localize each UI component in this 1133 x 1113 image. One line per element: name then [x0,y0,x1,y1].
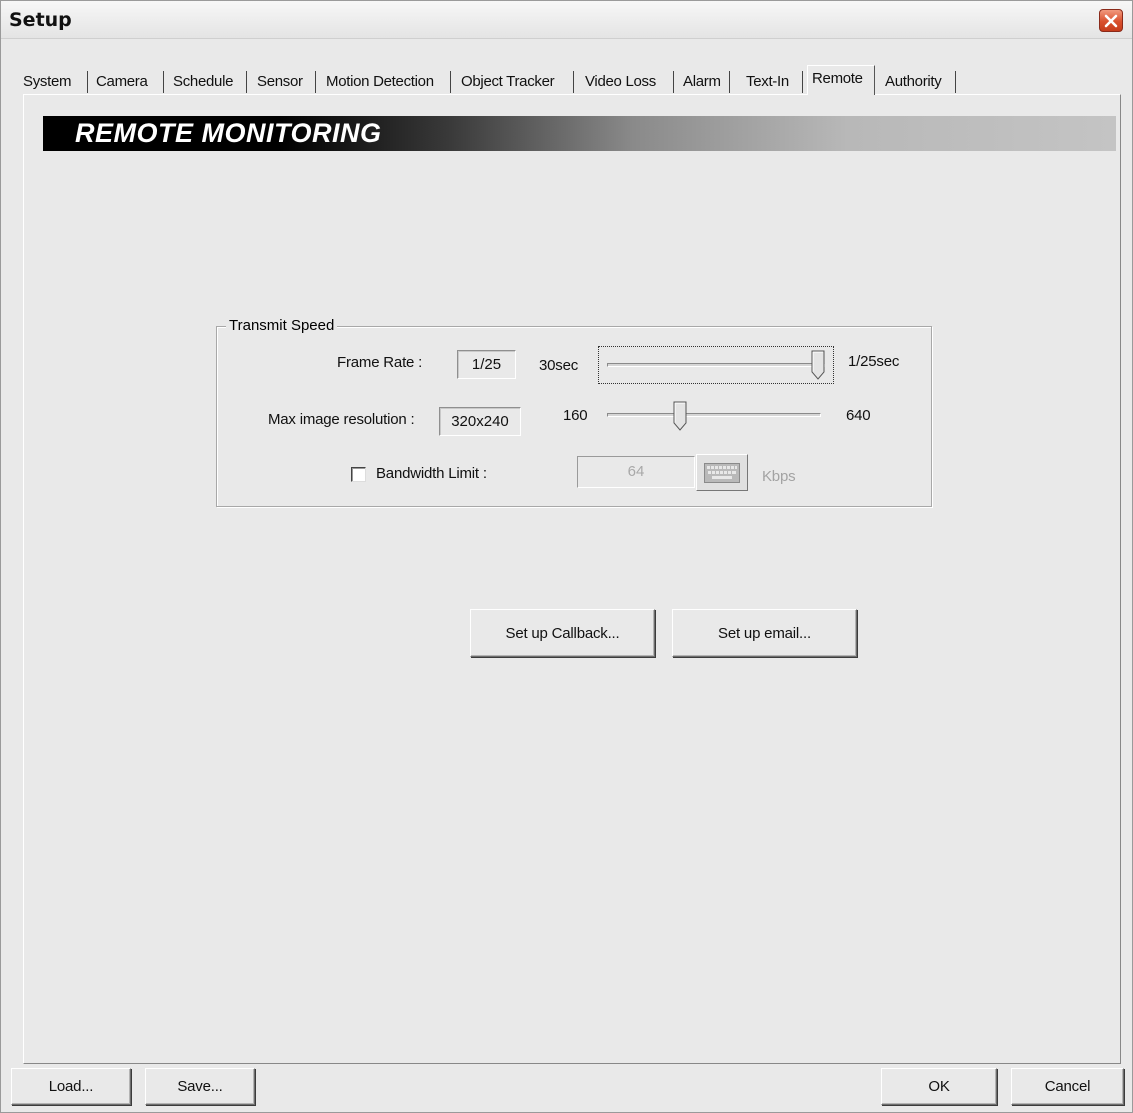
slider-thumb[interactable] [673,401,687,431]
bandwidth-input[interactable]: 64 [577,456,695,488]
frame-rate-label: Frame Rate : [337,354,423,371]
tab-motion-detection[interactable]: Motion Detection [322,71,451,93]
frame-rate-value: 1/25 [457,350,516,379]
button-label: Set up email... [718,624,811,642]
resolution-label: Max image resolution : [268,411,415,428]
set-up-email-button[interactable]: Set up email... [672,609,857,657]
set-up-callback-button[interactable]: Set up Callback... [470,609,655,657]
tab-sensor[interactable]: Sensor [253,71,316,93]
tab-label: Sensor [257,73,303,90]
resolution-max-label: 640 [846,407,871,424]
tab-label: Camera [96,73,148,90]
tab-text-in[interactable]: Text-In [742,71,803,93]
title-bar[interactable]: Setup [1,1,1132,39]
tab-label: Motion Detection [326,73,434,90]
window-title: Setup [9,9,72,31]
tab-authority[interactable]: Authority [881,71,956,93]
close-icon [1104,14,1118,27]
tab-strip: System Camera Schedule Sensor Motion Det… [23,65,1115,97]
keyboard-icon [704,462,740,483]
frame-rate-slider[interactable] [598,346,834,384]
bandwidth-limit-checkbox[interactable] [351,467,366,482]
ok-button[interactable]: OK [881,1068,997,1105]
tab-video-loss[interactable]: Video Loss [581,71,674,93]
resolution-value: 320x240 [439,407,521,436]
tab-label: Object Tracker [461,73,555,90]
tab-label: Alarm [683,73,721,90]
tab-system[interactable]: System [19,71,88,93]
slider-track [607,363,825,367]
setup-dialog: Setup System Camera Schedule Sensor Moti… [0,0,1133,1113]
tab-schedule[interactable]: Schedule [169,71,247,93]
transmit-speed-label: Transmit Speed [226,317,338,334]
button-label: Load... [48,1078,94,1095]
tab-label: Video Loss [585,73,656,90]
button-label: OK [928,1078,950,1095]
tab-panel-remote [23,94,1121,1064]
tab-label: Schedule [173,73,234,90]
keyboard-button[interactable] [696,454,748,491]
tab-remote[interactable]: Remote [807,65,875,95]
page-banner: REMOTE MONITORING [43,116,1116,151]
button-label: Save... [177,1078,223,1095]
load-button[interactable]: Load... [11,1068,131,1105]
cancel-button[interactable]: Cancel [1011,1068,1124,1105]
bandwidth-limit-label: Bandwidth Limit : [376,465,487,482]
slider-thumb[interactable] [811,350,825,380]
save-button[interactable]: Save... [145,1068,255,1105]
button-label: Cancel [1044,1078,1091,1095]
page-title: REMOTE MONITORING [75,118,382,148]
tab-alarm[interactable]: Alarm [679,71,730,93]
tab-label: Text-In [746,73,789,90]
tab-label: Authority [885,73,942,90]
resolution-slider[interactable] [599,399,829,433]
slider-track [607,413,821,417]
tab-label: System [23,73,72,90]
bandwidth-unit-label: Kbps [762,468,796,485]
button-label: Set up Callback... [505,624,620,642]
tab-label: Remote [812,70,863,87]
tab-object-tracker[interactable]: Object Tracker [457,71,574,93]
frame-rate-min-label: 30sec [539,357,579,374]
resolution-min-label: 160 [563,407,588,424]
frame-rate-max-label: 1/25sec [848,353,900,370]
tab-camera[interactable]: Camera [92,71,164,93]
close-button[interactable] [1099,9,1123,32]
